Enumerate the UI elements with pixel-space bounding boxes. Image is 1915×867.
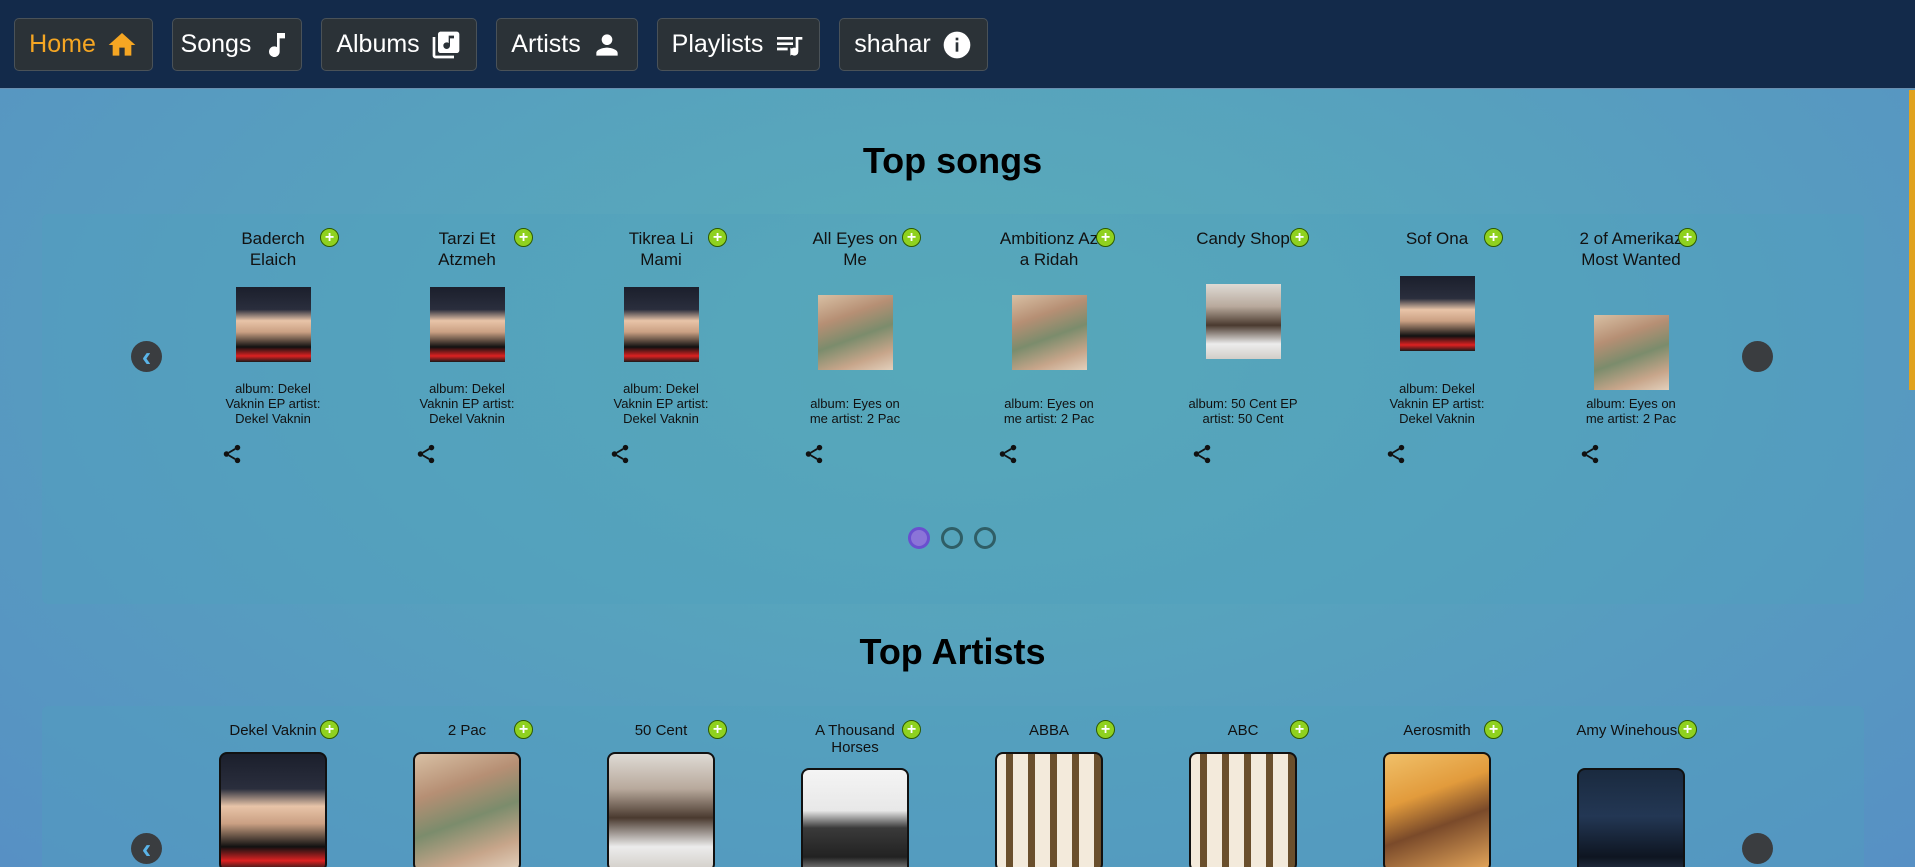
artist-name: Amy Winehouse bbox=[1576, 722, 1686, 739]
share-icon[interactable] bbox=[1385, 443, 1407, 465]
song-title: Ambitionz Az a Ridah bbox=[999, 229, 1099, 269]
song-cover-image[interactable] bbox=[1594, 315, 1669, 390]
nav-artists-button[interactable]: Artists bbox=[496, 18, 638, 71]
carousel-dot-2[interactable] bbox=[941, 527, 963, 549]
song-album-artist: album: Dekel Vaknin EP artist: Dekel Vak… bbox=[613, 381, 709, 426]
artist-photo[interactable] bbox=[801, 768, 909, 867]
nav-albums-label: Albums bbox=[336, 30, 420, 58]
nav-playlists-label: Playlists bbox=[671, 30, 764, 58]
carousel-dot-3[interactable] bbox=[974, 527, 996, 549]
song-cover-image[interactable] bbox=[1206, 284, 1281, 359]
share-icon[interactable] bbox=[221, 443, 243, 465]
nav-songs-button[interactable]: Songs bbox=[172, 18, 302, 71]
artist-photo[interactable] bbox=[1577, 768, 1685, 867]
add-song-icon[interactable]: + bbox=[708, 228, 727, 247]
song-album-artist: album: Dekel Vaknin EP artist: Dekel Vak… bbox=[1389, 381, 1485, 426]
home-icon bbox=[108, 32, 136, 56]
nav-home-label: Home bbox=[29, 30, 96, 58]
nav-home-button[interactable]: Home bbox=[14, 18, 153, 71]
add-song-icon[interactable]: + bbox=[1484, 228, 1503, 247]
artists-prev-arrow[interactable]: ‹ bbox=[131, 833, 162, 864]
playlist-icon bbox=[777, 36, 803, 56]
artist-name: 50 Cent bbox=[634, 722, 688, 739]
page-scrollbar-thumb[interactable] bbox=[1909, 90, 1915, 390]
nav-user-button[interactable]: shahar bbox=[839, 18, 988, 71]
nav-user-label: shahar bbox=[854, 30, 931, 58]
add-song-icon[interactable]: + bbox=[514, 228, 533, 247]
top-navbar: Home Songs Albums Artists Playlists shah… bbox=[0, 0, 1915, 89]
album-library-icon bbox=[432, 31, 460, 58]
artist-name: 2 Pac bbox=[447, 722, 487, 739]
share-icon[interactable] bbox=[415, 443, 437, 465]
artist-name: ABC bbox=[1227, 722, 1259, 739]
song-album-artist: album: Eyes on me artist: 2 Pac bbox=[1585, 396, 1677, 426]
add-song-icon[interactable]: + bbox=[320, 228, 339, 247]
artist-photo[interactable] bbox=[1383, 752, 1491, 867]
add-song-icon[interactable]: + bbox=[1290, 228, 1309, 247]
artist-photo[interactable] bbox=[607, 752, 715, 867]
top-songs-heading: Top songs bbox=[862, 140, 1043, 181]
add-song-icon[interactable]: + bbox=[1678, 228, 1697, 247]
song-album-artist: album: Dekel Vaknin EP artist: Dekel Vak… bbox=[225, 381, 321, 426]
nav-songs-label: Songs bbox=[180, 30, 252, 58]
artist-name: A Thousand Horses bbox=[815, 722, 895, 756]
person-icon bbox=[596, 33, 618, 56]
add-song-icon[interactable]: + bbox=[902, 228, 921, 247]
song-cover-image[interactable] bbox=[236, 287, 311, 362]
nav-playlists-button[interactable]: Playlists bbox=[657, 18, 820, 71]
song-album-artist: album: 50 Cent EP artist: 50 Cent bbox=[1188, 396, 1298, 426]
song-title: Sof Ona bbox=[1405, 229, 1469, 248]
carousel-dot-1[interactable] bbox=[908, 527, 930, 549]
share-icon[interactable] bbox=[997, 443, 1019, 465]
song-title: Candy Shop bbox=[1196, 229, 1290, 248]
add-artist-icon[interactable]: + bbox=[1096, 720, 1115, 739]
add-artist-icon[interactable]: + bbox=[1678, 720, 1697, 739]
artist-name: ABBA bbox=[1028, 722, 1070, 739]
share-icon[interactable] bbox=[609, 443, 631, 465]
song-title: 2 of Amerikaz Most Wanted bbox=[1579, 229, 1683, 269]
song-title: All Eyes on Me bbox=[812, 229, 898, 269]
music-note-icon bbox=[269, 32, 286, 57]
songs-next-arrow[interactable] bbox=[1742, 341, 1773, 372]
artist-photo[interactable] bbox=[413, 752, 521, 867]
artist-photo[interactable] bbox=[995, 752, 1103, 867]
song-cover-image[interactable] bbox=[624, 287, 699, 362]
info-icon bbox=[943, 31, 971, 58]
share-icon[interactable] bbox=[1579, 443, 1601, 465]
artist-name: Aerosmith bbox=[1403, 722, 1471, 739]
share-icon[interactable] bbox=[1191, 443, 1213, 465]
artist-photo[interactable] bbox=[219, 752, 327, 867]
song-cover-image[interactable] bbox=[818, 295, 893, 370]
song-cover-image[interactable] bbox=[1400, 276, 1475, 351]
add-artist-icon[interactable]: + bbox=[708, 720, 727, 739]
song-album-artist: album: Eyes on me artist: 2 Pac bbox=[809, 396, 901, 426]
artist-photo[interactable] bbox=[1189, 752, 1297, 867]
artist-name: Dekel Vaknin bbox=[229, 722, 317, 739]
artists-next-arrow[interactable] bbox=[1742, 833, 1773, 864]
add-artist-icon[interactable]: + bbox=[1290, 720, 1309, 739]
add-artist-icon[interactable]: + bbox=[320, 720, 339, 739]
songs-prev-arrow[interactable]: ‹ bbox=[131, 341, 162, 372]
nav-albums-button[interactable]: Albums bbox=[321, 18, 477, 71]
add-artist-icon[interactable]: + bbox=[514, 720, 533, 739]
add-song-icon[interactable]: + bbox=[1096, 228, 1115, 247]
chevron-left-icon: ‹ bbox=[141, 340, 152, 372]
song-title: Tikrea Li Mami bbox=[628, 229, 694, 269]
nav-artists-label: Artists bbox=[511, 30, 581, 58]
chevron-left-icon: ‹ bbox=[141, 832, 152, 864]
song-cover-image[interactable] bbox=[430, 287, 505, 362]
song-album-artist: album: Dekel Vaknin EP artist: Dekel Vak… bbox=[419, 381, 515, 426]
add-artist-icon[interactable]: + bbox=[902, 720, 921, 739]
song-album-artist: album: Eyes on me artist: 2 Pac bbox=[1003, 396, 1095, 426]
song-cover-image[interactable] bbox=[1012, 295, 1087, 370]
share-icon[interactable] bbox=[803, 443, 825, 465]
song-title: Baderch Elaich bbox=[241, 229, 305, 269]
top-artists-heading: Top Artists bbox=[859, 631, 1046, 672]
song-title: Tarzi Et Atzmeh bbox=[438, 229, 496, 269]
add-artist-icon[interactable]: + bbox=[1484, 720, 1503, 739]
